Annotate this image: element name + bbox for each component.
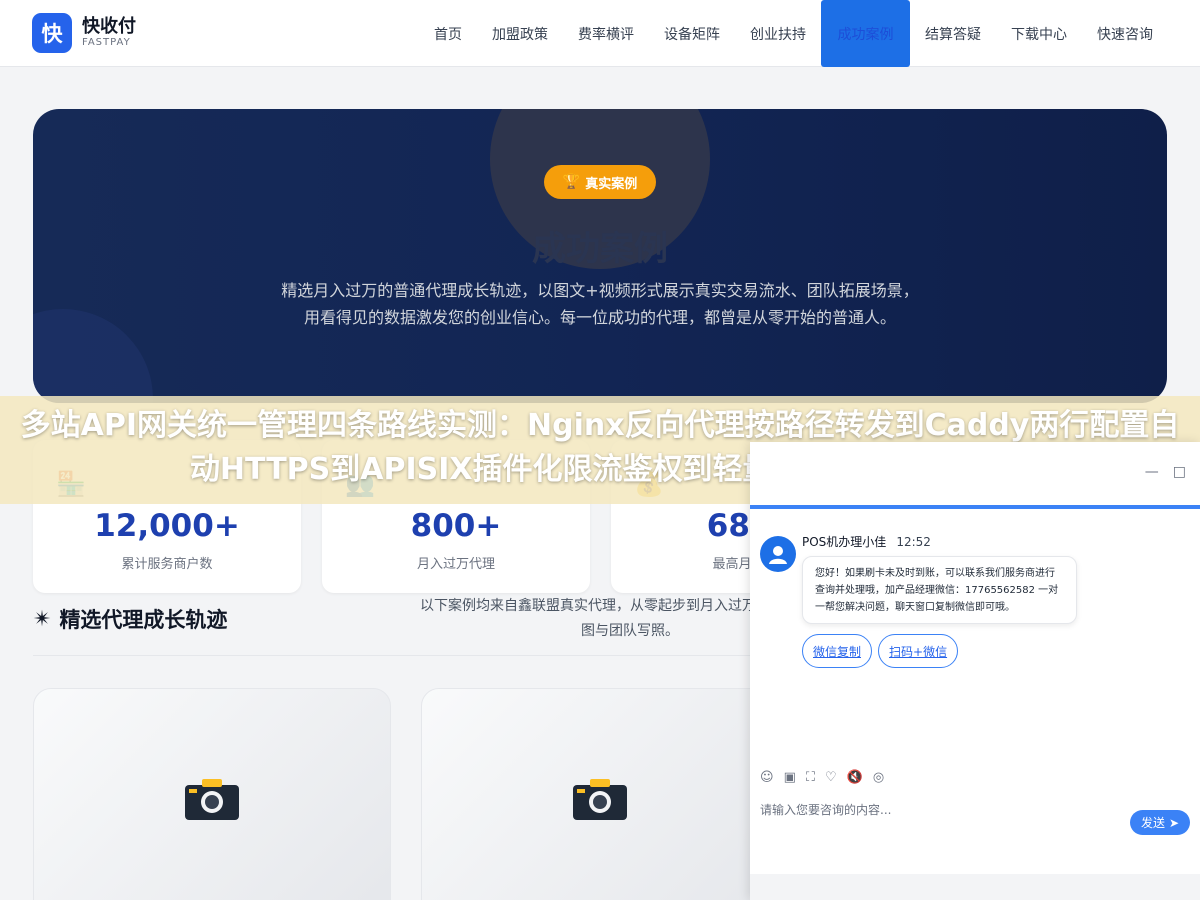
- chat-widget: — □ POS机办理小佳 12:52 您好！如果刷卡未及时到账，可以联系我们服务商…: [750, 442, 1200, 900]
- minimize-icon[interactable]: —: [1145, 464, 1159, 480]
- logo-name-en: FASTPAY: [82, 37, 131, 48]
- stat-value: 12,000+: [94, 508, 240, 544]
- nav-success-cases[interactable]: 成功案例: [821, 0, 910, 67]
- hero-badge: 🏆 真实案例: [544, 165, 656, 199]
- hero-section: 🏆 真实案例 成功案例 精选月入过万的普通代理成长轨迹，以图文+视频形式展示真实…: [33, 109, 1167, 403]
- hero-description: 精选月入过万的普通代理成长轨迹，以图文+视频形式展示真实交易流水、团队拓展场景，…: [281, 281, 919, 327]
- chat-toolbar: ☺ ▣ ⛶ ♡ 🔇 ◎: [760, 770, 884, 785]
- logo-name-cn: 快收付: [82, 16, 136, 37]
- hero-title: 成功案例: [532, 229, 668, 269]
- main-nav: 首页 加盟政策 费率横评 设备矩阵 创业扶持 成功案例 结算答疑 下载中心 快速…: [419, 0, 1168, 67]
- nav-devices[interactable]: 设备矩阵: [649, 0, 735, 67]
- nav-downloads[interactable]: 下载中心: [996, 0, 1082, 67]
- chat-agent-name: POS机办理小佳: [802, 535, 887, 549]
- nav-settlement-faq[interactable]: 结算答疑: [910, 0, 996, 67]
- chat-time: 12:52: [896, 535, 931, 549]
- nav-rate-compare[interactable]: 费率横评: [563, 0, 649, 67]
- mute-icon[interactable]: 🔇: [847, 770, 863, 785]
- chat-history-icon[interactable]: ◎: [873, 770, 884, 785]
- chat-quick-actions: 微信复制 扫码+微信: [802, 634, 959, 668]
- logo-text: 快收付 FASTPAY: [82, 17, 136, 49]
- camera-icon: [573, 779, 627, 820]
- site-logo[interactable]: 快 快收付 FASTPAY: [32, 13, 136, 53]
- image-icon[interactable]: ▣: [784, 770, 796, 785]
- scan-wechat-button[interactable]: 扫码+微信: [878, 634, 959, 668]
- logo-mark: 快: [32, 13, 72, 53]
- section-divider: [33, 655, 753, 656]
- send-button[interactable]: 发送 ➤: [1130, 810, 1190, 835]
- chat-message: 您好！如果刷卡未及时到账，可以联系我们服务商进行查询并处理哦，加产品经理微信：1…: [802, 556, 1077, 624]
- screenshot-icon[interactable]: ⛶: [806, 770, 815, 785]
- section-title-text: 精选代理成长轨迹: [59, 608, 228, 632]
- chat-footer: [750, 874, 1200, 900]
- chat-accent-bar: [750, 505, 1200, 509]
- chat-agent-info: POS机办理小佳 12:52: [802, 533, 931, 550]
- send-label: 发送: [1140, 816, 1165, 830]
- send-arrow-icon: ➤: [1168, 815, 1180, 830]
- hero-badge-label: 真实案例: [585, 176, 638, 192]
- copy-wechat-button[interactable]: 微信复制: [802, 634, 873, 668]
- rating-icon[interactable]: ♡: [825, 770, 837, 785]
- agent-avatar-icon: [769, 546, 787, 564]
- nav-home[interactable]: 首页: [419, 0, 477, 67]
- maximize-icon[interactable]: □: [1173, 464, 1186, 480]
- stat-label: 月入过万代理: [416, 557, 495, 572]
- site-header: 快 快收付 FASTPAY 首页 加盟政策 费率横评 设备矩阵 创业扶持 成功案…: [0, 0, 1200, 67]
- stat-value: 800+: [410, 508, 502, 544]
- case-card[interactable]: [33, 688, 391, 900]
- nav-startup-support[interactable]: 创业扶持: [735, 0, 821, 67]
- case-card[interactable]: [421, 688, 779, 900]
- avatar: [760, 536, 796, 572]
- nav-join-policy[interactable]: 加盟政策: [477, 0, 563, 67]
- emoji-icon[interactable]: ☺: [760, 770, 774, 785]
- trophy-icon: 🏆: [562, 174, 581, 190]
- chat-input[interactable]: 请输入您要咨询的内容...: [760, 801, 891, 818]
- hero-decor-circle-2: [33, 309, 153, 403]
- camera-icon: [185, 779, 239, 820]
- sparkle-icon: ✴: [33, 606, 52, 632]
- section-title: ✴ 精选代理成长轨迹: [33, 604, 227, 634]
- chat-header: — □: [750, 442, 1200, 506]
- nav-quick-consult[interactable]: 快速咨询: [1082, 0, 1168, 67]
- stat-label: 累计服务商户数: [121, 557, 213, 572]
